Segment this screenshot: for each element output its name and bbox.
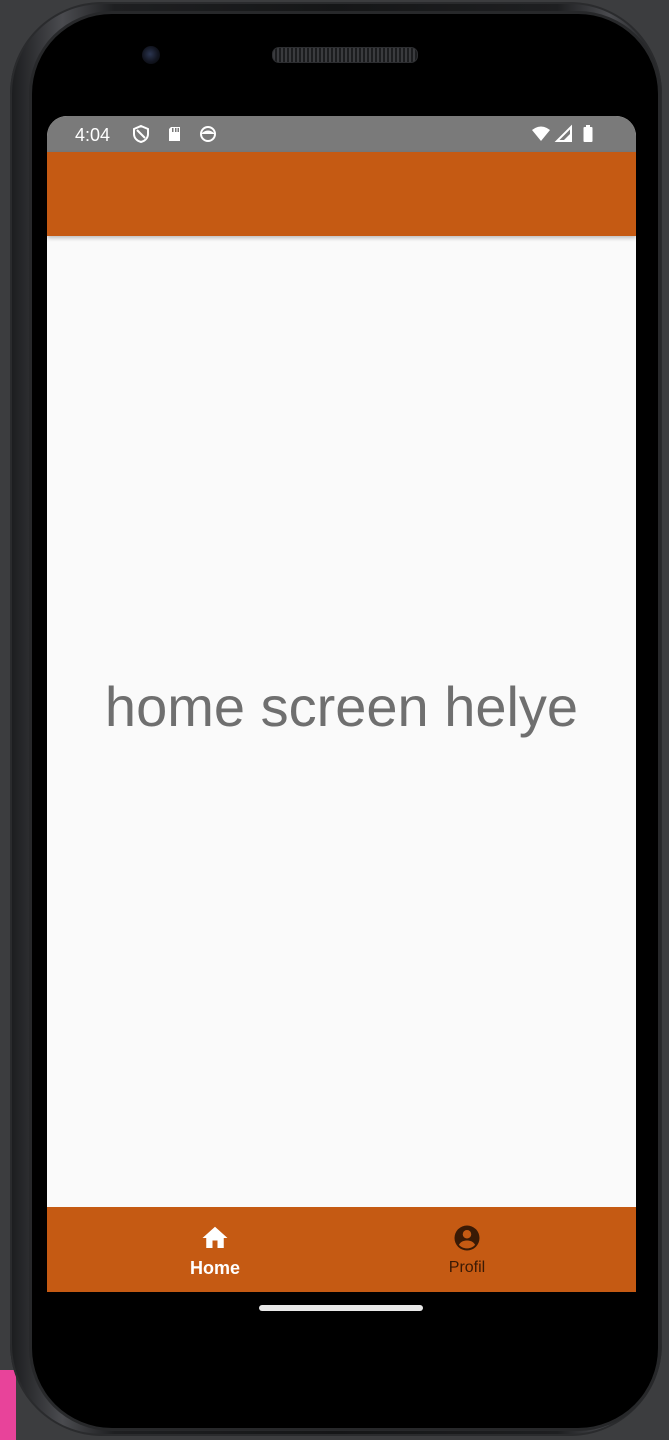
- status-time: 4:04: [75, 125, 111, 145]
- front-camera: [142, 46, 160, 64]
- nav-item-profil[interactable]: Profil: [320, 1207, 614, 1292]
- status-bar: 4:04: [47, 116, 636, 152]
- gesture-navigation-handle[interactable]: [259, 1305, 423, 1311]
- phone-screen: 4:04 home screen helye Home Profil: [47, 116, 636, 1292]
- app-bar: [47, 152, 636, 236]
- nav-item-home[interactable]: Home: [68, 1207, 362, 1292]
- earpiece-speaker: [272, 47, 418, 63]
- home-screen-text: home screen helye: [104, 675, 579, 738]
- sync-icon: [200, 126, 216, 142]
- shield-icon: [133, 124, 149, 144]
- bottom-navigation: Home Profil: [47, 1207, 636, 1292]
- main-content: home screen helye: [47, 236, 636, 1207]
- home-icon: [202, 1226, 228, 1248]
- sd-card-icon: [169, 127, 180, 141]
- battery-icon: [583, 125, 593, 142]
- desktop-edge: [0, 1370, 16, 1440]
- account-circle-icon: [454, 1225, 480, 1251]
- nav-item-home-label: Home: [189, 1258, 240, 1278]
- nav-item-profil-label: Profil: [448, 1259, 486, 1276]
- cell-signal-icon: [554, 124, 572, 142]
- wifi-icon: [532, 126, 550, 141]
